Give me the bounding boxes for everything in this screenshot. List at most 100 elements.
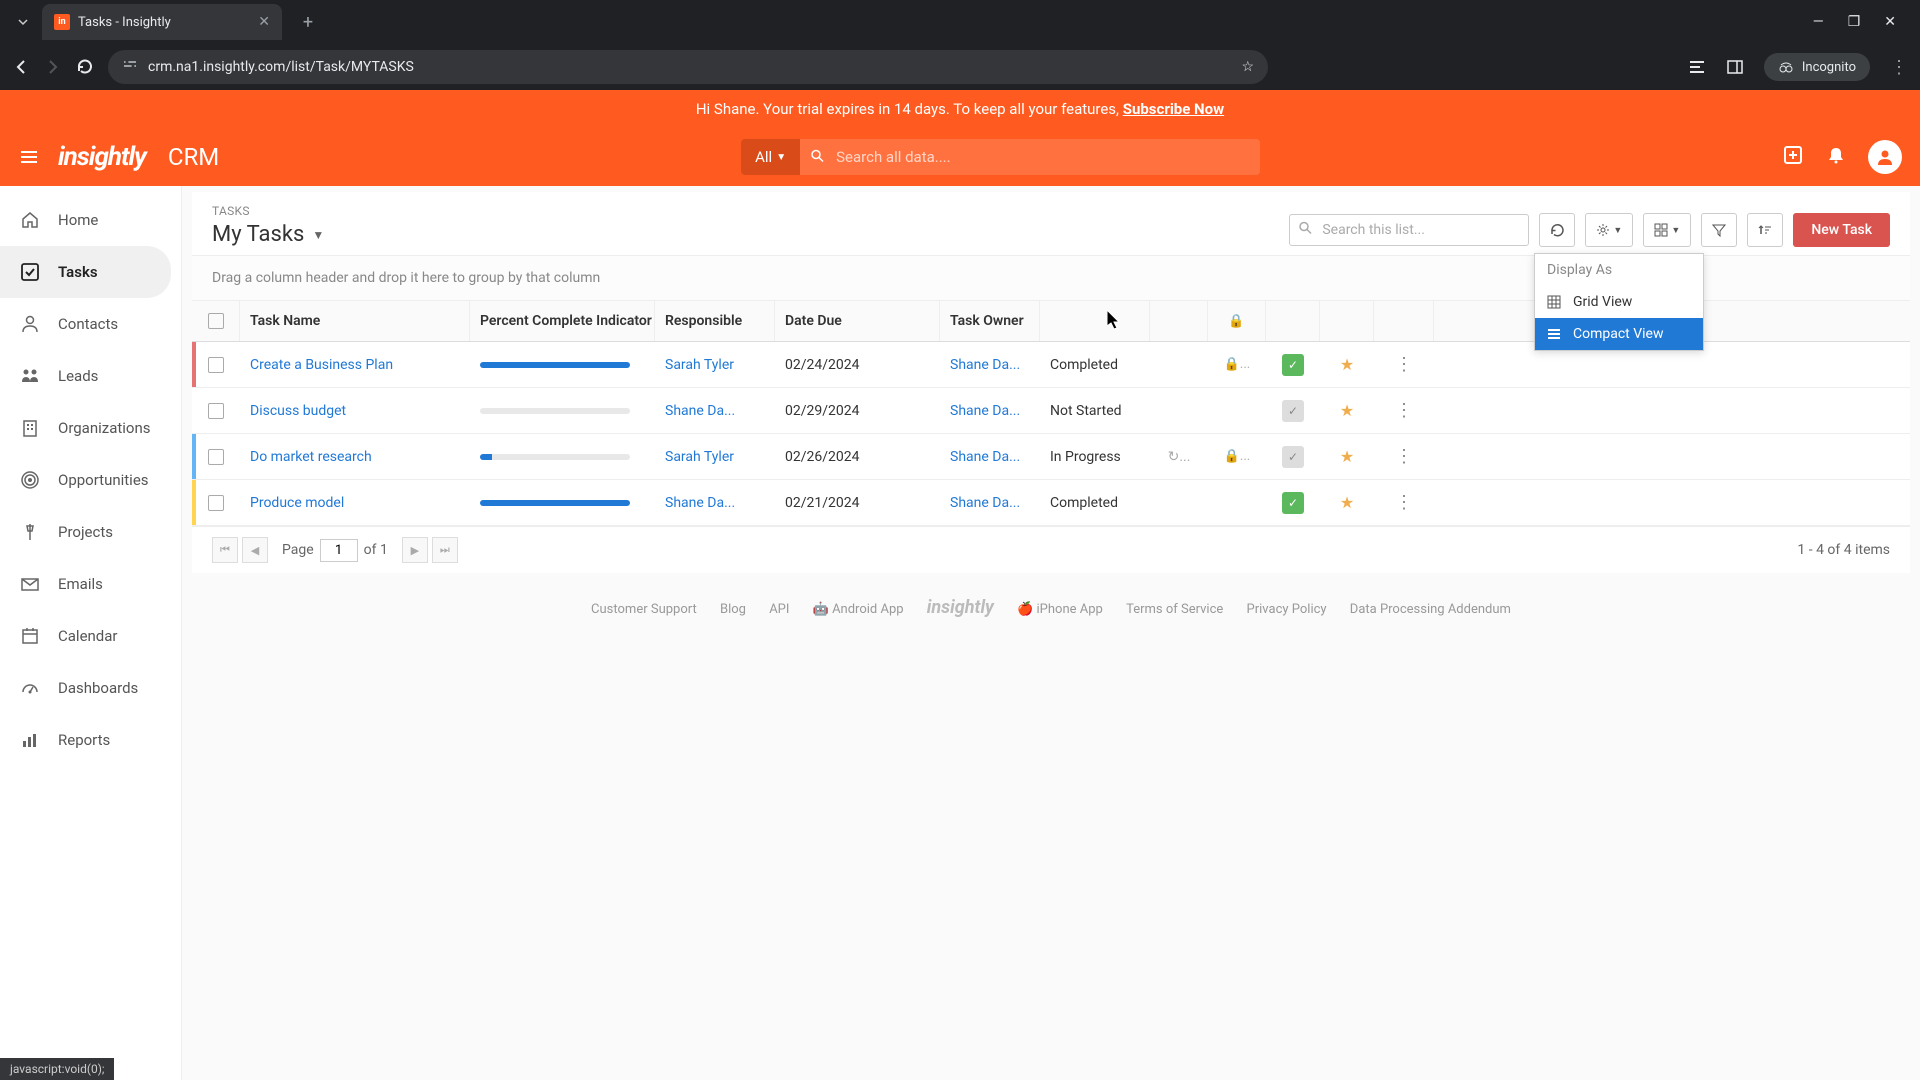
- complete-toggle[interactable]: ✓: [1266, 390, 1320, 432]
- complete-toggle[interactable]: ✓: [1266, 436, 1320, 478]
- global-search-input[interactable]: [800, 139, 1260, 175]
- task-name-link[interactable]: Do market research: [240, 439, 470, 475]
- table-row[interactable]: Discuss budgetShane Da...02/29/2024Shane…: [192, 388, 1910, 434]
- app-logo[interactable]: insightly: [58, 142, 146, 172]
- row-checkbox[interactable]: [192, 347, 240, 383]
- responsible-link[interactable]: Sarah Tyler: [655, 439, 775, 475]
- dropdown-item-compact-view[interactable]: Compact View: [1535, 318, 1703, 350]
- browser-tab[interactable]: in Tasks - Insightly ✕: [42, 4, 282, 40]
- task-name-link[interactable]: Discuss budget: [240, 393, 470, 429]
- star-toggle[interactable]: ★: [1320, 483, 1374, 522]
- sidebar-item-emails[interactable]: Emails: [0, 558, 181, 610]
- row-checkbox[interactable]: [192, 485, 240, 521]
- sidebar-item-leads[interactable]: Leads: [0, 350, 181, 402]
- footer-link[interactable]: Terms of Service: [1126, 602, 1223, 617]
- add-button[interactable]: [1782, 144, 1804, 171]
- column-star[interactable]: [1320, 301, 1374, 341]
- column-task-name[interactable]: Task Name: [240, 301, 470, 341]
- column-date-due[interactable]: Date Due: [775, 301, 940, 341]
- tab-list-dropdown[interactable]: [8, 7, 38, 37]
- owner-link[interactable]: Shane Da...: [940, 347, 1040, 383]
- filter-button[interactable]: [1701, 213, 1737, 247]
- owner-link[interactable]: Shane Da...: [940, 485, 1040, 521]
- footer-link[interactable]: 🤖 Android App: [813, 602, 904, 617]
- view-mode-button[interactable]: ▼: [1643, 213, 1691, 247]
- footer-link[interactable]: 🍎 iPhone App: [1017, 602, 1103, 617]
- responsible-link[interactable]: Shane Da...: [655, 393, 775, 429]
- new-tab-button[interactable]: +: [294, 8, 322, 36]
- sidebar-item-dashboards[interactable]: Dashboards: [0, 662, 181, 714]
- table-row[interactable]: Produce modelShane Da...02/21/2024Shane …: [192, 480, 1910, 526]
- list-search-input[interactable]: [1289, 214, 1529, 246]
- column-recurring[interactable]: [1150, 301, 1208, 341]
- new-task-button[interactable]: New Task: [1793, 213, 1890, 247]
- subscribe-link[interactable]: Subscribe Now: [1123, 100, 1224, 118]
- footer-link[interactable]: Privacy Policy: [1247, 602, 1327, 617]
- forward-button[interactable]: [44, 58, 62, 76]
- row-menu-button[interactable]: ⋮: [1374, 436, 1434, 477]
- sidebar-item-projects[interactable]: Projects: [0, 506, 181, 558]
- task-name-link[interactable]: Create a Business Plan: [240, 347, 470, 383]
- sidebar-item-contacts[interactable]: Contacts: [0, 298, 181, 350]
- task-name-link[interactable]: Produce model: [240, 485, 470, 521]
- star-toggle[interactable]: ★: [1320, 391, 1374, 430]
- next-page-button[interactable]: ▶: [402, 537, 428, 563]
- sidebar-item-calendar[interactable]: Calendar: [0, 610, 181, 662]
- row-menu-button[interactable]: ⋮: [1374, 390, 1434, 431]
- search-scope-dropdown[interactable]: All ▼: [741, 139, 800, 175]
- settings-dropdown-button[interactable]: ▼: [1585, 213, 1633, 247]
- sort-button[interactable]: [1747, 213, 1783, 247]
- footer-link[interactable]: Data Processing Addendum: [1350, 602, 1511, 617]
- list-title-dropdown[interactable]: My Tasks ▼: [212, 222, 324, 247]
- responsible-link[interactable]: Shane Da...: [655, 485, 775, 521]
- column-actions[interactable]: [1374, 301, 1434, 341]
- column-percent[interactable]: Percent Complete Indicator: [470, 301, 655, 341]
- close-window-button[interactable]: ✕: [1884, 14, 1896, 30]
- refresh-button[interactable]: [1539, 213, 1575, 247]
- complete-toggle[interactable]: ✓: [1266, 482, 1320, 524]
- first-page-button[interactable]: ⏮: [212, 537, 238, 563]
- back-button[interactable]: [12, 58, 30, 76]
- minimize-button[interactable]: —: [1813, 14, 1824, 30]
- sidebar-item-home[interactable]: Home: [0, 194, 181, 246]
- row-checkbox[interactable]: [192, 439, 240, 475]
- tab-close-button[interactable]: ✕: [258, 14, 270, 30]
- table-row[interactable]: Do market researchSarah Tyler02/26/2024S…: [192, 434, 1910, 480]
- column-complete[interactable]: [1266, 301, 1320, 341]
- column-status[interactable]: [1040, 301, 1150, 341]
- sidebar-item-reports[interactable]: Reports: [0, 714, 181, 766]
- notifications-button[interactable]: [1826, 145, 1846, 170]
- dropdown-item-grid-view[interactable]: Grid View: [1535, 286, 1703, 318]
- column-task-owner[interactable]: Task Owner: [940, 301, 1040, 341]
- footer-link[interactable]: API: [769, 602, 789, 617]
- side-panel-icon[interactable]: [1726, 58, 1744, 76]
- responsible-link[interactable]: Sarah Tyler: [655, 347, 775, 383]
- user-avatar[interactable]: [1868, 140, 1902, 174]
- complete-toggle[interactable]: ✓: [1266, 344, 1320, 386]
- sidebar-item-tasks[interactable]: Tasks: [0, 246, 171, 298]
- maximize-button[interactable]: ❐: [1848, 14, 1861, 30]
- url-bar[interactable]: crm.na1.insightly.com/list/Task/MYTASKS …: [108, 50, 1268, 84]
- site-info-icon[interactable]: [122, 57, 138, 77]
- page-input[interactable]: [320, 539, 358, 562]
- row-menu-button[interactable]: ⋮: [1374, 482, 1434, 523]
- select-all-header[interactable]: [192, 301, 240, 341]
- incognito-badge[interactable]: Incognito: [1764, 53, 1870, 81]
- column-visibility[interactable]: 🔒: [1208, 301, 1266, 341]
- last-page-button[interactable]: ⏭: [432, 537, 458, 563]
- footer-link[interactable]: Customer Support: [591, 602, 697, 617]
- sidebar-item-organizations[interactable]: Organizations: [0, 402, 181, 454]
- star-toggle[interactable]: ★: [1320, 345, 1374, 384]
- bookmark-icon[interactable]: ☆: [1241, 59, 1254, 75]
- sidebar-item-opportunities[interactable]: Opportunities: [0, 454, 181, 506]
- footer-link[interactable]: Blog: [720, 602, 746, 617]
- browser-menu-button[interactable]: ⋮: [1890, 57, 1908, 78]
- owner-link[interactable]: Shane Da...: [940, 393, 1040, 429]
- reload-button[interactable]: [76, 58, 94, 76]
- row-menu-button[interactable]: ⋮: [1374, 344, 1434, 385]
- column-responsible[interactable]: Responsible: [655, 301, 775, 341]
- prev-page-button[interactable]: ◀: [242, 537, 268, 563]
- reading-list-icon[interactable]: [1688, 58, 1706, 76]
- star-toggle[interactable]: ★: [1320, 437, 1374, 476]
- hamburger-menu-button[interactable]: [18, 146, 40, 168]
